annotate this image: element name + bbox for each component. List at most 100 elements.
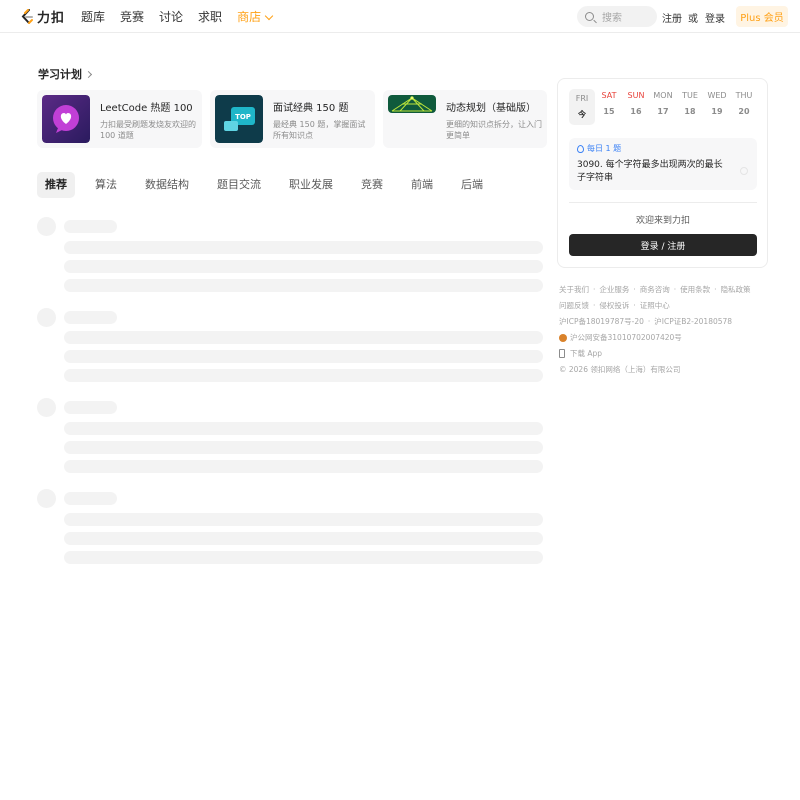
footer-icp-row: 沪ICP备18019787号-20 · 沪ICP证B2-20180578 [559, 316, 733, 327]
tab-frontend[interactable]: 前端 [403, 172, 441, 198]
skeleton-line [64, 460, 543, 473]
tab-algorithms[interactable]: 算法 [87, 172, 125, 198]
study-plan-heading[interactable]: 学习计划 [38, 66, 93, 82]
skeleton-avatar [37, 489, 56, 508]
tab-recommended[interactable]: 推荐 [37, 172, 75, 198]
calendar-day[interactable]: TUE 18 [677, 90, 703, 117]
day-name: SAT [601, 91, 617, 100]
day-date: 今 [578, 110, 586, 119]
nav-contest[interactable]: 竞赛 [120, 9, 144, 25]
plan-desc: 最经典 150 题，掌握面试所有知识点 [273, 120, 366, 140]
search-icon [585, 12, 594, 21]
police-badge-icon [559, 333, 567, 342]
plan-title: 动态规划（基础版） [446, 103, 536, 114]
nav-jobs[interactable]: 求职 [198, 9, 222, 25]
footer-link[interactable]: 隐私政策 [721, 284, 751, 295]
plan-card-top150[interactable]: TOP 面试经典 150 题 最经典 150 题，掌握面试所有知识点 [210, 90, 375, 148]
footer-link[interactable]: 使用条款 [680, 284, 710, 295]
calendar-day[interactable]: MON 17 [650, 90, 676, 117]
day-name: FRI [575, 94, 589, 103]
day-date: 16 [630, 107, 642, 116]
tab-contest[interactable]: 竞赛 [353, 172, 391, 198]
day-date: 17 [657, 107, 669, 116]
calendar-day[interactable]: THU 20 [731, 90, 757, 117]
footer-link[interactable]: 证照中心 [640, 300, 670, 311]
nav-problems[interactable]: 题库 [81, 9, 105, 25]
footer-link[interactable]: 侵权投诉 [599, 300, 629, 311]
register-link[interactable]: 注册 [662, 10, 682, 25]
plan-card-hot100[interactable]: LeetCode 热题 100 力扣最受刷题发烧友欢迎的 100 道题 [37, 90, 202, 148]
calendar-day[interactable]: WED 19 [704, 90, 730, 117]
calendar-day[interactable]: SUN 16 [623, 90, 649, 117]
daily-label-text: 每日 1 题 [587, 144, 622, 153]
skeleton-avatar [37, 398, 56, 417]
footer-link[interactable]: 关于我们 [559, 284, 589, 295]
calendar-day-today[interactable]: FRI 今 [569, 89, 595, 125]
plan-title: LeetCode 热题 100 [100, 103, 193, 114]
day-date: 15 [603, 107, 615, 116]
study-plan-title: 学习计划 [38, 68, 82, 81]
skeleton-line [64, 350, 543, 363]
police-record-link[interactable]: 沪公网安备31010702007420号 [570, 332, 682, 343]
skeleton-line [64, 551, 543, 564]
plan-card-dp[interactable]: 动态规划（基础版） 更细的知识点拆分，让入门更简单 [383, 90, 547, 148]
status-circle-icon [740, 167, 748, 175]
skeleton-avatar [37, 217, 56, 236]
day-date: 20 [738, 107, 750, 116]
footer-download-row[interactable]: 下载 App [559, 348, 602, 359]
logo[interactable]: 力扣 [20, 8, 66, 26]
day-name: TUE [682, 91, 698, 100]
icp-link[interactable]: 沪ICP备18019787号-20 [559, 316, 644, 327]
nav-shop[interactable]: 商店 [237, 9, 274, 25]
day-name: MON [653, 91, 673, 100]
skeleton-line [64, 220, 117, 233]
nav-discuss[interactable]: 讨论 [159, 9, 183, 25]
login-register-button[interactable]: 登录 / 注册 [569, 234, 757, 256]
icp-license-link[interactable]: 沪ICP证B2-20180578 [654, 316, 732, 327]
calendar-day[interactable]: SAT 15 [596, 90, 622, 117]
skeleton-line [64, 492, 117, 505]
category-tabs: 推荐 算法 数据结构 题目交流 职业发展 竞赛 前端 后端 [37, 172, 503, 198]
divider [569, 202, 757, 203]
footer-links-row-1: 关于我们 · 企业服务 · 商务咨询 · 使用条款 · 隐私政策 [559, 284, 751, 295]
skeleton-line [64, 441, 543, 454]
skeleton-line [64, 369, 543, 382]
tab-career[interactable]: 职业发展 [281, 172, 341, 198]
chevron-right-icon [84, 70, 93, 78]
tab-backend[interactable]: 后端 [453, 172, 491, 198]
main-nav: 题库 竞赛 讨论 求职 商店 [81, 9, 287, 25]
search-input[interactable]: 搜索 [577, 6, 657, 27]
logo-text: 力扣 [37, 11, 66, 26]
top-navbar: 力扣 题库 竞赛 讨论 求职 商店 搜索 注册 或 登录 Plus 会员 [0, 0, 800, 33]
top-chat-icon: TOP [215, 95, 263, 143]
welcome-text: 欢迎来到力扣 [635, 216, 690, 226]
plan-desc: 更细的知识点拆分，让入门更简单 [446, 120, 542, 140]
login-link[interactable]: 登录 [705, 10, 725, 25]
footer-link[interactable]: 问题反馈 [559, 300, 589, 311]
skeleton-line [64, 532, 543, 545]
daily-question-title[interactable]: 3090. 每个字符最多出现两次的最长子字符串 [577, 159, 727, 185]
footer-link[interactable]: 企业服务 [599, 284, 629, 295]
download-app-link[interactable]: 下载 App [570, 348, 602, 359]
skeleton-line [64, 422, 543, 435]
day-name: WED [707, 91, 727, 100]
skeleton-line [64, 241, 543, 254]
day-date: 18 [684, 107, 696, 116]
leetcode-logo-icon [21, 8, 33, 24]
phone-icon [559, 349, 565, 358]
skeleton-line [64, 513, 543, 526]
day-name: THU [735, 91, 753, 100]
droplet-icon [577, 144, 584, 153]
skeleton-line [64, 331, 543, 344]
tab-problem-discussion[interactable]: 题目交流 [209, 172, 269, 198]
skeleton-line [64, 311, 117, 324]
skeleton-line [64, 279, 543, 292]
footer-police-row: 沪公网安备31010702007420号 [559, 332, 682, 343]
footer-links-row-2: 问题反馈 · 侵权投诉 · 证照中心 [559, 300, 670, 311]
plus-membership-button[interactable]: Plus 会员 [736, 6, 788, 27]
tab-data-structures[interactable]: 数据结构 [137, 172, 197, 198]
daily-question-card[interactable]: 每日 1 题 3090. 每个字符最多出现两次的最长子字符串 [569, 138, 757, 190]
footer-link[interactable]: 商务咨询 [640, 284, 670, 295]
day-date: 19 [711, 107, 723, 116]
plan-desc: 力扣最受刷题发烧友欢迎的 100 道题 [100, 120, 196, 140]
